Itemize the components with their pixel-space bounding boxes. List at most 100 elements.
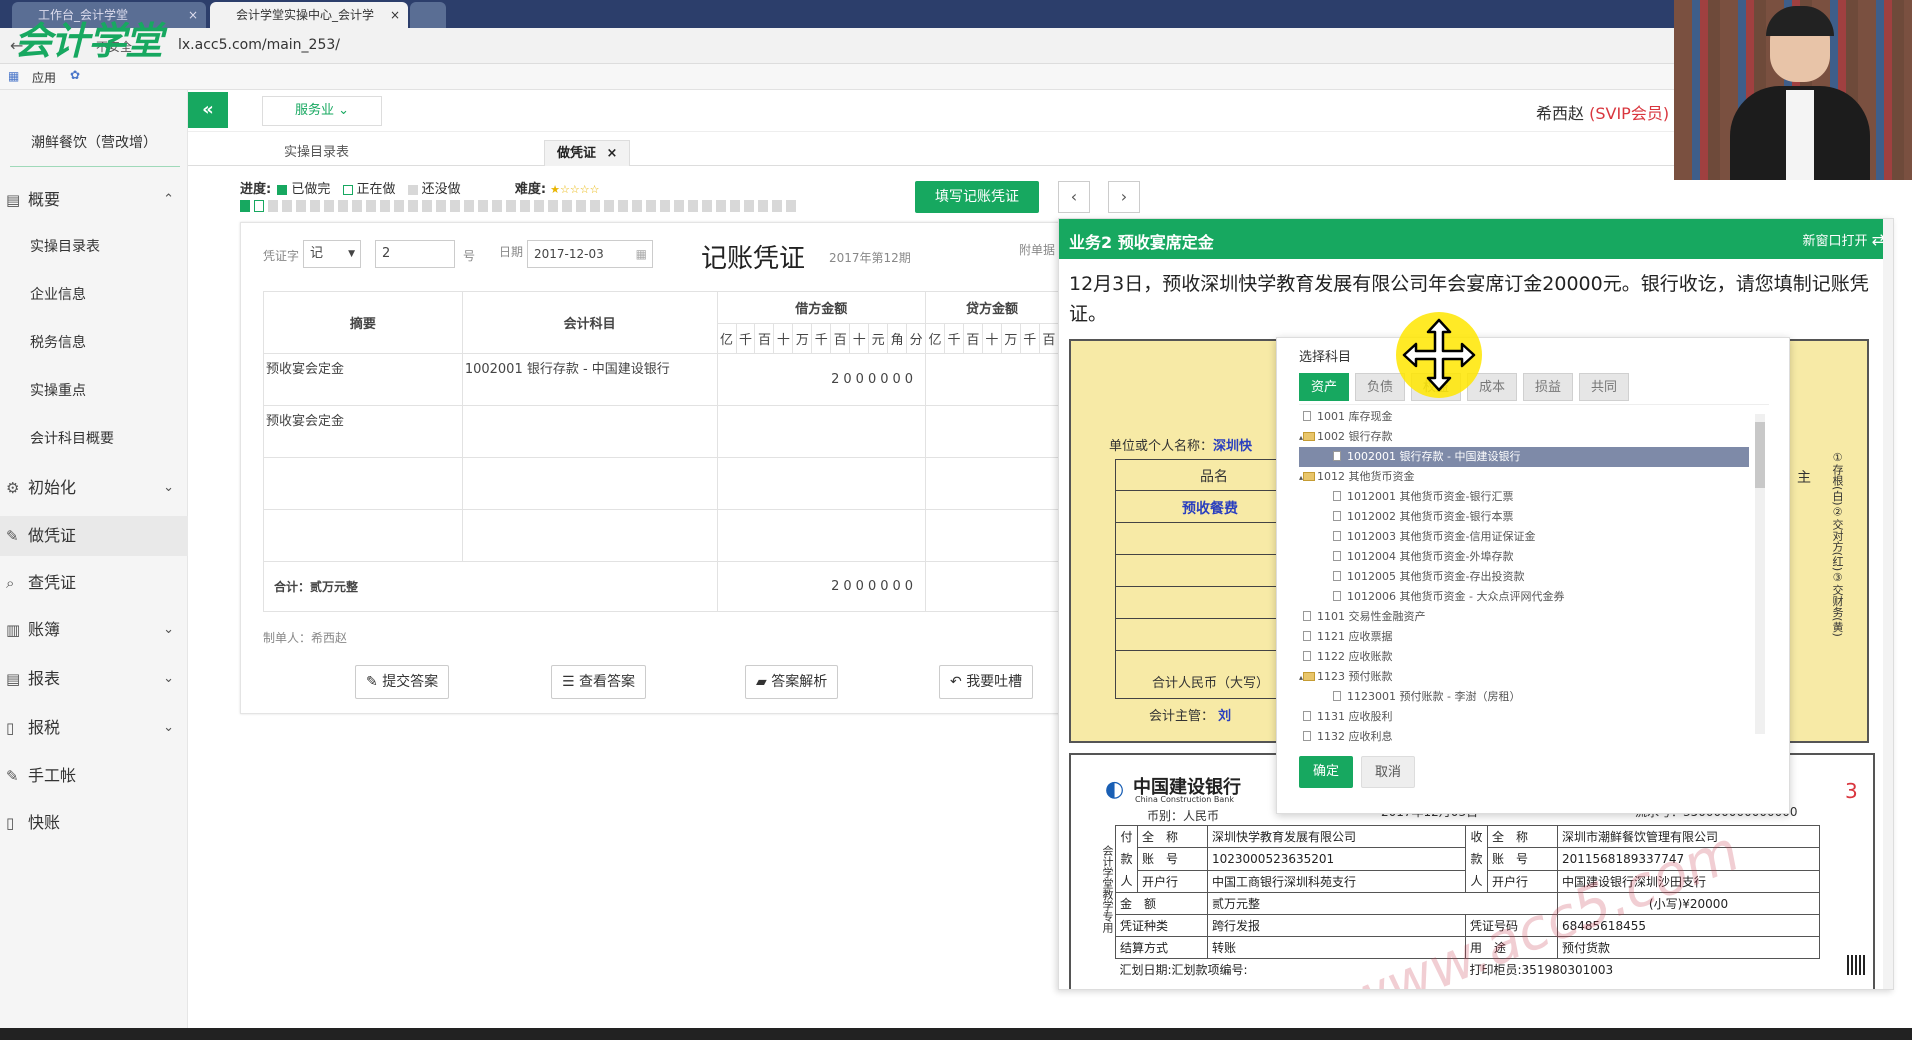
progress-segment[interactable] <box>506 200 516 212</box>
progress-segment[interactable] <box>422 200 432 212</box>
open-new-window-button[interactable]: 新窗口打开 ⇄ <box>1802 230 1885 249</box>
progress-segment[interactable] <box>744 200 754 212</box>
sidebar-item-company-info[interactable]: 企业信息 <box>0 275 188 315</box>
progress-segment[interactable] <box>268 200 278 212</box>
progress-segment[interactable] <box>450 200 460 212</box>
progress-segment[interactable] <box>660 200 670 212</box>
progress-segment[interactable] <box>758 200 768 212</box>
progress-segment[interactable] <box>674 200 684 212</box>
progress-segment[interactable] <box>240 200 250 212</box>
progress-segment[interactable] <box>590 200 600 212</box>
voucher-number-stepper[interactable]: 2 <box>375 240 455 268</box>
tab-profit-loss[interactable]: 损益 <box>1523 373 1573 401</box>
submit-answer-button[interactable]: ✎ 提交答案 <box>355 665 450 699</box>
credit-cell[interactable] <box>925 353 1059 406</box>
credit-cell[interactable] <box>925 405 1059 458</box>
table-row[interactable] <box>263 509 1059 562</box>
sidebar-item-ledger[interactable]: ▥ 账簿 ⌄ <box>0 610 188 650</box>
progress-segment[interactable] <box>310 200 320 212</box>
sidebar-item-key-points[interactable]: 实操重点 <box>0 371 188 411</box>
tab-make-voucher[interactable]: 做凭证 × <box>544 140 631 166</box>
close-icon[interactable]: × <box>390 2 400 28</box>
tab-common[interactable]: 共同 <box>1579 373 1629 401</box>
debit-cell[interactable]: 2000000 <box>716 353 927 406</box>
progress-segment[interactable] <box>786 200 796 212</box>
progress-segment[interactable] <box>646 200 656 212</box>
progress-segment[interactable] <box>548 200 558 212</box>
progress-segment[interactable] <box>632 200 642 212</box>
tree-item[interactable]: 1012006 其他货币资金 - 大众点评网代金券 <box>1299 587 1749 607</box>
summary-cell[interactable]: 预收宴会定金 <box>263 405 463 458</box>
sidebar-item-init[interactable]: ⚙ 初始化 ⌄ <box>0 468 188 508</box>
tree-item[interactable]: 1012003 其他货币资金-信用证保证金 <box>1299 527 1749 547</box>
account-cell[interactable] <box>461 405 718 458</box>
browser-tab-practice[interactable]: 会计学堂实操中心_会计学 × <box>210 2 408 28</box>
summary-cell[interactable] <box>263 509 463 562</box>
url-text[interactable]: lx.acc5.com/main_253/ <box>178 37 340 53</box>
fill-voucher-button[interactable]: 填写记账凭证 <box>915 181 1039 213</box>
progress-segment[interactable] <box>688 200 698 212</box>
sidebar-item-quick-books[interactable]: ▯ 快账 <box>0 803 188 843</box>
table-row[interactable]: 预收宴会定金 1002001 银行存款 - 中国建设银行 2000000 <box>263 353 1059 406</box>
account-cell[interactable] <box>461 457 718 510</box>
progress-segment[interactable] <box>380 200 390 212</box>
progress-segment[interactable] <box>576 200 586 212</box>
scroll-thumb[interactable] <box>1755 422 1765 488</box>
progress-segment[interactable] <box>562 200 572 212</box>
date-field[interactable]: 2017-12-03 ▦ <box>527 240 653 268</box>
debit-cell[interactable] <box>716 457 927 510</box>
tree-item[interactable]: ▴ 1123 预付账款 <box>1299 667 1749 687</box>
tree-item[interactable]: 1132 应收利息 <box>1299 727 1749 744</box>
paw-icon[interactable]: ✿ <box>70 68 80 82</box>
progress-segment[interactable] <box>408 200 418 212</box>
progress-segment[interactable] <box>296 200 306 212</box>
progress-segment[interactable] <box>352 200 362 212</box>
sidebar-item-make-voucher[interactable]: ✎ 做凭证 <box>0 516 188 556</box>
tree-item[interactable]: 1012002 其他货币资金-银行本票 <box>1299 507 1749 527</box>
tree-item[interactable]: 1131 应收股利 <box>1299 707 1749 727</box>
progress-segment[interactable] <box>604 200 614 212</box>
tree-item[interactable]: 1122 应收账款 <box>1299 647 1749 667</box>
progress-segment[interactable] <box>338 200 348 212</box>
progress-segment[interactable] <box>464 200 474 212</box>
debit-cell[interactable] <box>716 509 927 562</box>
progress-segment[interactable] <box>436 200 446 212</box>
answer-analysis-button[interactable]: ▰ 答案解析 <box>745 665 839 699</box>
summary-cell[interactable]: 预收宴会定金 <box>263 353 463 406</box>
collapse-sidebar-button[interactable]: « <box>188 92 228 128</box>
task-scrollbar[interactable] <box>1883 219 1893 989</box>
confirm-button[interactable]: 确定 <box>1299 756 1353 788</box>
tree-item[interactable]: 1101 交易性金融资产 <box>1299 607 1749 627</box>
tree-item[interactable]: 1012005 其他货币资金-存出投资款 <box>1299 567 1749 587</box>
tree-item[interactable]: 1012004 其他货币资金-外埠存款 <box>1299 547 1749 567</box>
progress-segment[interactable] <box>716 200 726 212</box>
tree-item[interactable]: 1001 库存现金 <box>1299 407 1749 427</box>
sidebar-item-reports[interactable]: ▤ 报表 ⌄ <box>0 659 188 699</box>
table-row[interactable]: 预收宴会定金 <box>263 405 1059 458</box>
progress-segment[interactable] <box>702 200 712 212</box>
progress-segment[interactable] <box>772 200 782 212</box>
tab-asset[interactable]: 资产 <box>1299 373 1349 401</box>
voucher-word-select[interactable]: 记 ▼ <box>303 240 361 268</box>
progress-segment[interactable] <box>394 200 404 212</box>
close-icon[interactable]: × <box>188 2 198 28</box>
tree-item[interactable]: 1121 应收票据 <box>1299 627 1749 647</box>
account-cell[interactable] <box>461 509 718 562</box>
account-cell[interactable]: 1002001 银行存款 - 中国建设银行 <box>461 353 718 406</box>
progress-segment[interactable] <box>324 200 334 212</box>
industry-select[interactable]: 服务业 ⌄ <box>262 96 382 126</box>
tree-item[interactable]: 1002001 银行存款 - 中国建设银行 <box>1299 447 1749 467</box>
close-icon[interactable]: × <box>607 146 618 161</box>
progress-segment[interactable] <box>366 200 376 212</box>
progress-segment[interactable] <box>282 200 292 212</box>
prev-button[interactable]: ‹ <box>1058 181 1090 213</box>
tree-item[interactable]: 1012001 其他货币资金-银行汇票 <box>1299 487 1749 507</box>
calendar-icon[interactable]: ▦ <box>636 241 647 267</box>
credit-cell[interactable] <box>925 457 1059 510</box>
table-row[interactable] <box>263 457 1059 510</box>
progress-segment[interactable] <box>730 200 740 212</box>
progress-segment[interactable] <box>520 200 530 212</box>
view-answer-button[interactable]: ☰ 查看答案 <box>551 665 647 699</box>
credit-cell[interactable] <box>925 509 1059 562</box>
feedback-button[interactable]: ↶ 我要吐槽 <box>939 665 1034 699</box>
